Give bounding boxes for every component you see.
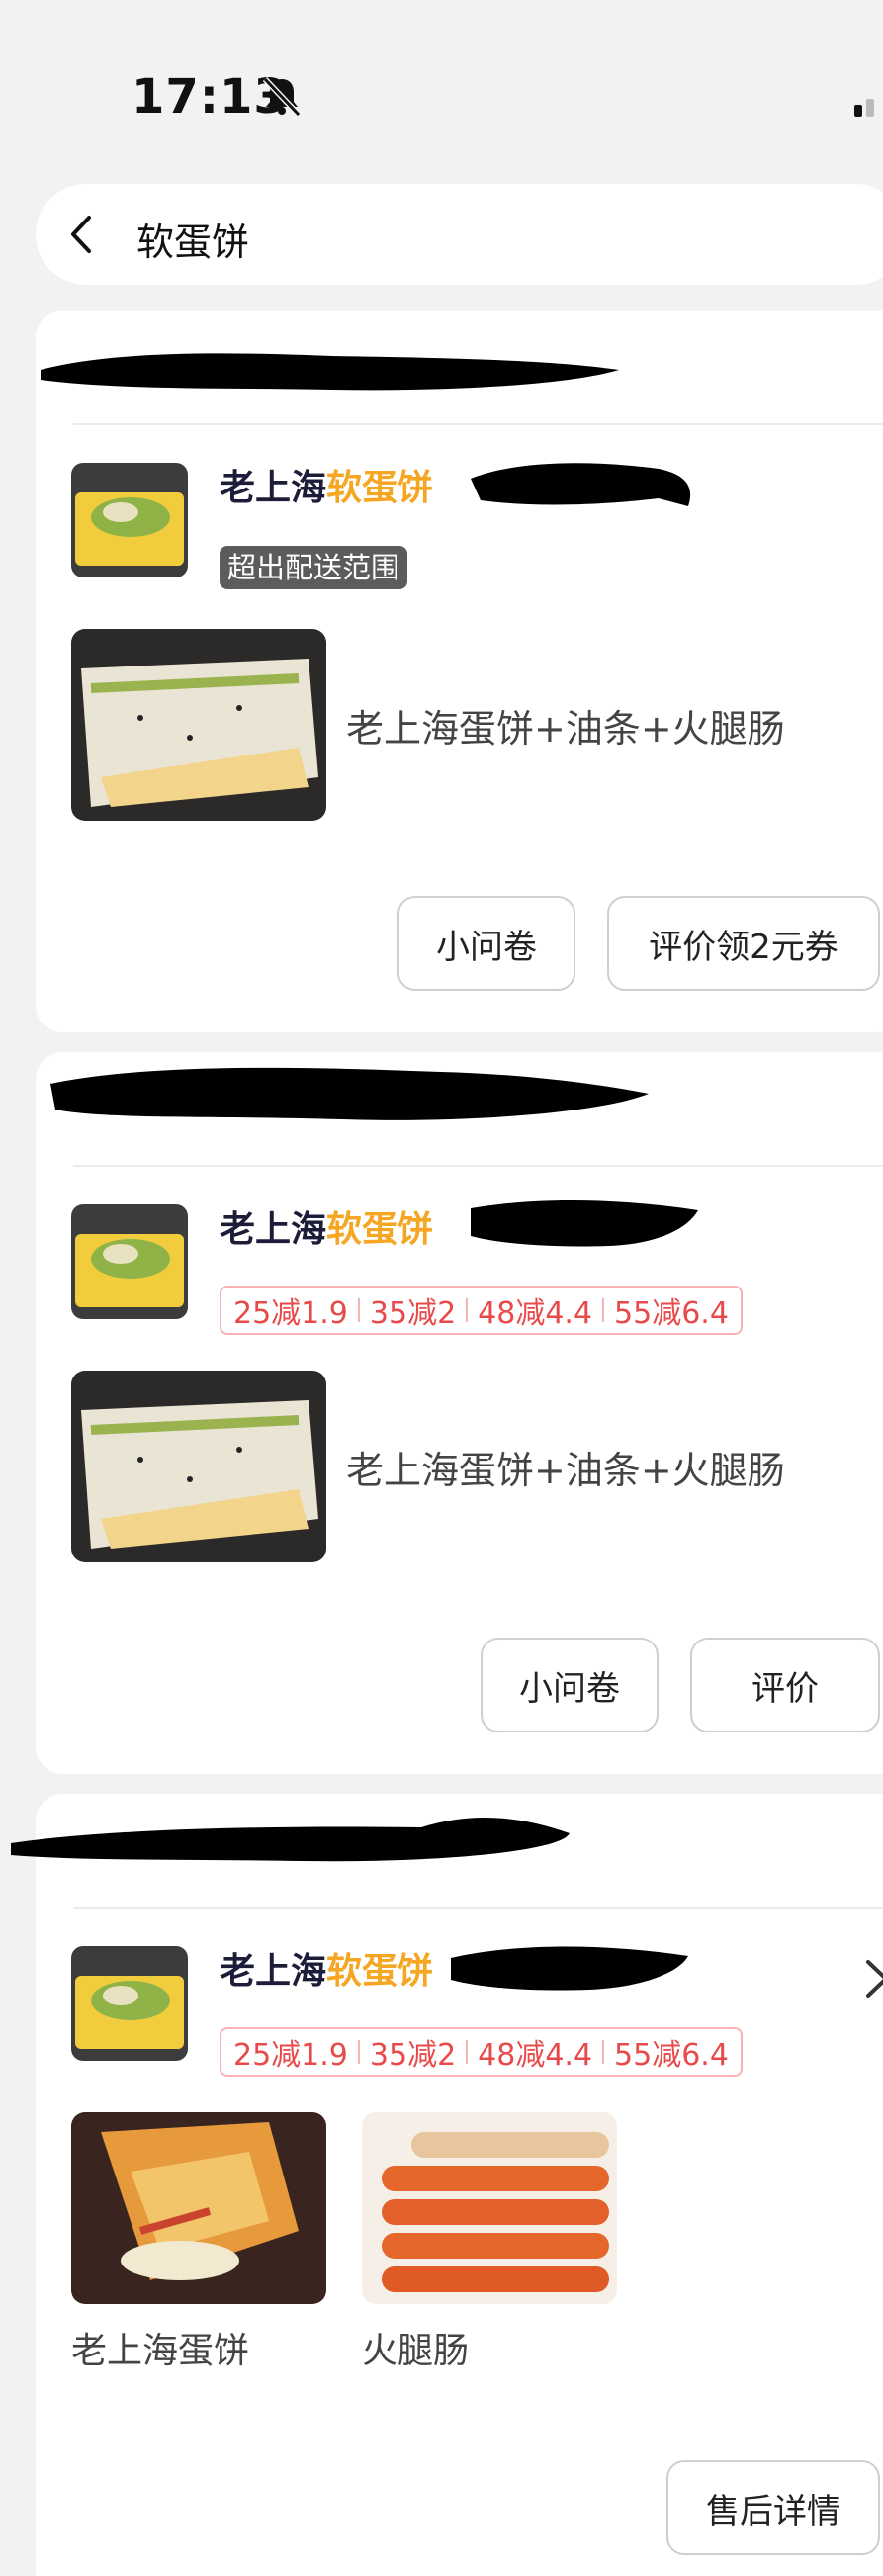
- redaction-mark: [50, 1067, 649, 1120]
- promo-tag: 35减2: [369, 2038, 457, 2073]
- promo-tag: 55减6.4: [614, 2038, 729, 2073]
- order-card[interactable]: 老上海软蛋饼 超出配送范围 老上海蛋饼+油条+火腿肠 小问卷 评价领2元券: [36, 311, 883, 1032]
- back-icon[interactable]: [61, 212, 101, 257]
- item-image[interactable]: [71, 2112, 326, 2304]
- item-image[interactable]: [362, 2112, 617, 2304]
- bell-muted-icon: [262, 76, 302, 118]
- after-sales-button[interactable]: 售后详情: [666, 2460, 880, 2555]
- redaction-mark: [471, 1199, 698, 1247]
- review-button[interactable]: 评价: [690, 1638, 880, 1732]
- survey-button[interactable]: 小问卷: [397, 896, 575, 991]
- store-thumbnail[interactable]: [71, 1946, 188, 2061]
- store-name[interactable]: 老上海软蛋饼: [220, 459, 433, 510]
- redaction-mark: [451, 1946, 688, 1991]
- order-card[interactable]: 老上海软蛋饼 25减1.9 35减2 48减4.4 55减6.4 老上海蛋饼 火…: [11, 1794, 883, 2576]
- item-caption: 火腿肠: [362, 2331, 470, 2371]
- redaction-mark: [41, 353, 619, 391]
- survey-button[interactable]: 小问卷: [481, 1638, 659, 1732]
- signal-icon: [854, 99, 874, 117]
- review-coupon-button[interactable]: 评价领2元券: [607, 896, 880, 991]
- promotion-tags: 25减1.9 35减2 48减4.4 55减6.4: [220, 1286, 743, 1335]
- item-description: 老上海蛋饼+油条+火腿肠: [346, 1449, 785, 1492]
- item-caption: 老上海蛋饼: [71, 2331, 250, 2371]
- promo-tag: 25减1.9: [233, 2038, 348, 2073]
- promo-tag: 48减4.4: [478, 2038, 593, 2073]
- redaction-mark: [11, 1817, 570, 1862]
- store-thumbnail[interactable]: [71, 1204, 188, 1319]
- promotion-tags: 25减1.9 35减2 48减4.4 55减6.4: [220, 2027, 743, 2077]
- item-image[interactable]: [71, 629, 326, 821]
- promo-tag: 55减6.4: [614, 1296, 729, 1331]
- promo-tag: 25减1.9: [233, 1296, 348, 1331]
- store-name[interactable]: 老上海软蛋饼: [220, 1200, 433, 1252]
- order-card[interactable]: 老上海软蛋饼 25减1.9 35减2 48减4.4 55减6.4 老上海蛋饼+油…: [36, 1052, 883, 1774]
- chevron-right-icon[interactable]: [862, 1956, 883, 2001]
- store-thumbnail[interactable]: [71, 463, 188, 577]
- redaction-mark: [471, 463, 691, 506]
- out-of-range-badge: 超出配送范围: [220, 546, 408, 589]
- promo-tag: 48减4.4: [478, 1296, 593, 1331]
- item-description: 老上海蛋饼+油条+火腿肠: [346, 707, 785, 751]
- item-image[interactable]: [71, 1371, 326, 1562]
- search-query[interactable]: 软蛋饼: [136, 212, 249, 266]
- store-name[interactable]: 老上海软蛋饼: [220, 1942, 433, 1994]
- promo-tag: 35减2: [369, 1296, 457, 1331]
